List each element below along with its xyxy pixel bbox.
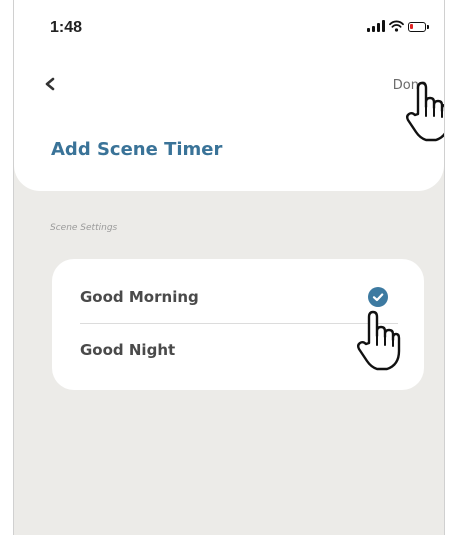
- scene-list-card: Good Morning Good Night: [52, 259, 424, 390]
- frame-right-edge: [444, 0, 445, 535]
- battery-level: [410, 24, 413, 29]
- status-icons: [367, 20, 429, 32]
- back-chevron-icon: [45, 77, 55, 91]
- done-button[interactable]: Done: [393, 78, 427, 93]
- signal-icon: [367, 20, 385, 32]
- page-title: Add Scene Timer: [51, 139, 223, 160]
- scene-label: Good Morning: [80, 288, 199, 306]
- scene-label: Good Night: [80, 341, 176, 359]
- section-label: Scene Settings: [50, 223, 118, 233]
- battery-icon: [408, 22, 429, 32]
- phone-screen: 1:48 Done Add Scene Timer Scene Settings: [14, 0, 444, 535]
- back-button[interactable]: [40, 71, 62, 97]
- header-panel: 1:48 Done Add Scene Timer: [14, 0, 444, 191]
- status-time: 1:48: [50, 19, 83, 36]
- scene-item-good-night[interactable]: Good Night: [52, 325, 424, 377]
- wifi-icon: [389, 20, 404, 32]
- scene-item-good-morning[interactable]: Good Morning: [52, 272, 424, 324]
- checkmark-icon[interactable]: [368, 287, 388, 307]
- divider: [80, 323, 398, 324]
